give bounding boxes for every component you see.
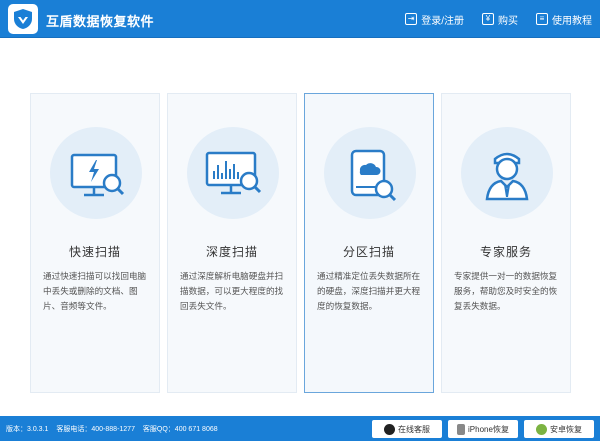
iphone-recovery-label: iPhone恢复 <box>468 424 509 434</box>
tutorial-label: 使用教程 <box>552 15 592 27</box>
card-quick-scan[interactable]: 快速扫描 通过快速扫描可以找回电脑中丢失或删除的文档、图片、音频等文件。 <box>30 93 160 393</box>
card-description: 通过快速扫描可以找回电脑中丢失或删除的文档、图片、音频等文件。 <box>43 271 147 311</box>
card-partition-scan[interactable]: 分区扫描 通过精准定位丢失数据所在的硬盘，深度扫描并更大程度的恢复数据。 <box>304 93 434 393</box>
main-panel: 快速扫描 通过快速扫描可以找回电脑中丢失或删除的文档、图片、音频等文件。 深度扫… <box>0 38 600 416</box>
status-info: 版本：3.0.3.1 客服电话：400-888-1277 客服QQ：400 67… <box>6 424 224 434</box>
status-bar: 版本：3.0.3.1 客服电话：400-888-1277 客服QQ：400 67… <box>0 416 600 441</box>
app-logo <box>8 4 38 34</box>
version-text: 版本：3.0.3.1 <box>6 426 49 433</box>
android-icon <box>536 423 547 435</box>
card-title: 快速扫描 <box>68 245 121 259</box>
card-title: 分区扫描 <box>342 245 395 259</box>
card-description: 通过精准定位丢失数据所在的硬盘，深度扫描并更大程度的恢复数据。 <box>317 271 421 311</box>
card-expert-service[interactable]: 专家服务 专家提供一对一的数据恢复服务，帮助您及时安全的恢复丢失数据。 <box>441 93 571 393</box>
android-recovery-label: 安卓恢复 <box>550 424 582 434</box>
header-actions: ⇥ 登录/注册 ¥ 购买 ≡ 使用教程 <box>387 9 592 29</box>
iphone-recovery-button[interactable]: iPhone恢复 <box>448 420 518 438</box>
card-title: 深度扫描 <box>205 245 258 259</box>
qq-penguin-icon <box>384 423 395 435</box>
card-icon-circle <box>324 127 416 219</box>
card-deep-scan[interactable]: 深度扫描 通过深度解析电脑硬盘并扫描数据，可以更大程度的找回丢失文件。 <box>167 93 297 393</box>
monitor-lightning-search-icon <box>70 153 125 197</box>
card-icon-circle <box>50 127 142 219</box>
login-icon: ⇥ <box>405 13 418 25</box>
tutorial-button[interactable]: ≡ 使用教程 <box>536 12 592 27</box>
card-title: 专家服务 <box>479 245 532 259</box>
disk-cloud-search-icon <box>350 149 397 202</box>
card-description: 通过深度解析电脑硬盘并扫描数据，可以更大程度的找回丢失文件。 <box>180 271 284 311</box>
online-service-button[interactable]: 在线客服 <box>372 420 442 438</box>
app-title: 互盾数据恢复软件 <box>46 14 155 29</box>
online-service-label: 在线客服 <box>398 424 430 434</box>
buy-label: 购买 <box>498 15 518 27</box>
cart-icon: ¥ <box>482 13 494 25</box>
card-description: 专家提供一对一的数据恢复服务，帮助您及时安全的恢复丢失数据。 <box>454 271 558 311</box>
android-recovery-button[interactable]: 安卓恢复 <box>524 420 594 438</box>
card-icon-circle <box>461 127 553 219</box>
qq-text: 客服QQ：400 671 8068 <box>142 426 218 433</box>
book-icon: ≡ <box>536 13 548 25</box>
login-register-button[interactable]: ⇥ 登录/注册 <box>405 12 464 27</box>
iphone-icon <box>457 423 466 435</box>
shield-logo-icon <box>14 9 32 29</box>
monitor-chart-search-icon <box>205 151 262 195</box>
expert-person-icon <box>485 152 529 201</box>
card-icon-circle <box>187 127 279 219</box>
title-bar: 互盾数据恢复软件 ⇥ 登录/注册 ¥ 购买 ≡ 使用教程 <box>0 0 600 38</box>
phone-text: 客服电话：400-888-1277 <box>56 426 135 433</box>
buy-button[interactable]: ¥ 购买 <box>482 12 518 27</box>
login-register-label: 登录/注册 <box>421 15 464 27</box>
